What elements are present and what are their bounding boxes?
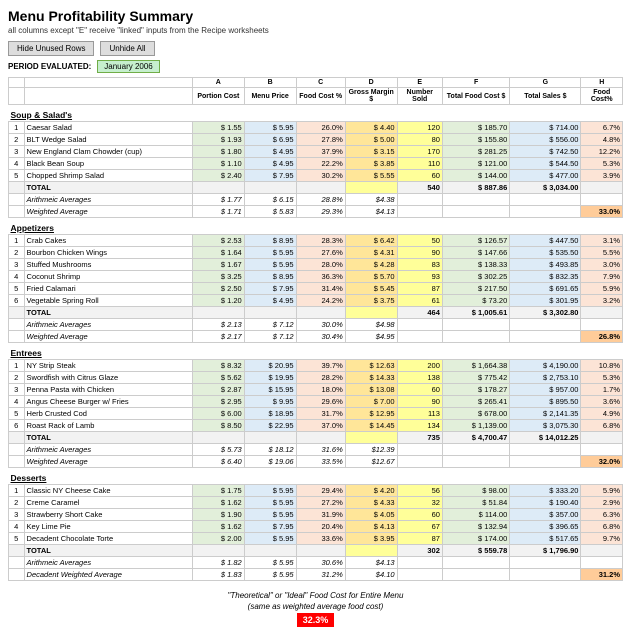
table-row: 1Caesar Salad$ 1.55$ 5.9526.0%$ 4.40120$… [9, 122, 623, 134]
table-row: 6Roast Rack of Lamb$ 8.50$ 22.9537.0%$ 1… [9, 420, 623, 432]
table-row: Weighted Average$ 2.17$ 7.1230.4%$4.9526… [9, 331, 623, 343]
table-row: 3Strawberry Short Cake$ 1.90$ 5.9531.9%$… [9, 509, 623, 521]
unhide-all-btn[interactable]: Unhide All [100, 41, 154, 56]
page-subtitle: all columns except "E" receive "linked" … [8, 26, 623, 35]
hide-unused-btn[interactable]: Hide Unused Rows [8, 41, 94, 56]
table-row: 5Decadent Chocolate Torte$ 2.00$ 5.9533.… [9, 533, 623, 545]
final-label-2: (same as weighted average food cost) [8, 602, 623, 611]
table-row: 3New England Clam Chowder (cup)$ 1.80$ 4… [9, 146, 623, 158]
col-a-header: A [192, 78, 244, 88]
col-b-subheader: Menu Price [244, 88, 296, 105]
col-item-header [24, 78, 192, 88]
period-label: PERIOD EVALUATED: [8, 62, 91, 71]
table-row: 1NY Strip Steak$ 8.32$ 20.9539.7%$ 12.63… [9, 360, 623, 372]
table-row: 5Fried Calamari$ 2.50$ 7.9531.4%$ 5.4587… [9, 283, 623, 295]
section-header-0: Soup & Salad's [9, 105, 623, 122]
table-row: 2Swordfish with Citrus Glaze$ 5.62$ 19.9… [9, 372, 623, 384]
table-row: 2BLT Wedge Salad$ 1.93$ 6.9527.8%$ 5.008… [9, 134, 623, 146]
final-value: 32.3% [297, 613, 335, 627]
toolbar: Hide Unused Rows Unhide All [8, 41, 623, 56]
table-row: Arithmeic Averages$ 1.77$ 6.1528.8%$4.38 [9, 194, 623, 206]
col-c-header: C [296, 78, 345, 88]
section-header-2: Entrees [9, 343, 623, 360]
col-d-subheader: Gross Margin $ [345, 88, 397, 105]
table-row: TOTAL464$ 1,005.61$ 3,302.80 [9, 307, 623, 319]
table-row: TOTAL735$ 4,700.47$ 14,012.25 [9, 432, 623, 444]
col-e-subheader: Number Sold [397, 88, 442, 105]
table-row: Arithmeic Averages$ 2.13$ 7.1230.0%$4.98 [9, 319, 623, 331]
table-row: Weighted Average$ 1.71$ 5.8329.3%$4.1333… [9, 206, 623, 218]
table-row: 2Creme Caramel$ 1.62$ 5.9527.2%$ 4.3332$… [9, 497, 623, 509]
profitability-table: A B C D E F G H Portion Cost Menu Price … [8, 77, 623, 581]
column-subheader-row: Portion Cost Menu Price Food Cost % Gros… [9, 88, 623, 105]
section-header-3: Desserts [9, 468, 623, 485]
col-f-subheader: Total Food Cost $ [442, 88, 509, 105]
table-row: 5Chopped Shrimp Salad$ 2.40$ 7.9530.2%$ … [9, 170, 623, 182]
table-row: 4Angus Cheese Burger w/ Fries$ 2.95$ 9.9… [9, 396, 623, 408]
col-num-subheader [9, 88, 25, 105]
table-row: 5Herb Crusted Cod$ 6.00$ 18.9531.7%$ 12.… [9, 408, 623, 420]
col-g-header: G [510, 78, 581, 88]
column-header-row: A B C D E F G H [9, 78, 623, 88]
table-row: Arithmeic Averages$ 1.82$ 5.9530.6%$4.13 [9, 557, 623, 569]
section-header-1: Appetizers [9, 218, 623, 235]
table-row: 4Black Bean Soup$ 1.10$ 4.9522.2%$ 3.851… [9, 158, 623, 170]
col-d-header: D [345, 78, 397, 88]
col-a-subheader: Portion Cost [192, 88, 244, 105]
col-c-subheader: Food Cost % [296, 88, 345, 105]
table-row: TOTAL540$ 887.86$ 3,034.00 [9, 182, 623, 194]
col-h-header: H [581, 78, 623, 88]
col-e-header: E [397, 78, 442, 88]
period-value: January 2006 [97, 60, 159, 73]
table-row: 1Classic NY Cheese Cake$ 1.75$ 5.9529.4%… [9, 485, 623, 497]
final-label-1: "Theoretical" or "Ideal" Food Cost for E… [8, 591, 623, 600]
page-title: Menu Profitability Summary [8, 8, 623, 24]
table-row: 6Vegetable Spring Roll$ 1.20$ 4.9524.2%$… [9, 295, 623, 307]
col-b-header: B [244, 78, 296, 88]
table-row: 4Key Lime Pie$ 1.62$ 7.9520.4%$ 4.1367$ … [9, 521, 623, 533]
col-num-header [9, 78, 25, 88]
table-row: 1Crab Cakes$ 2.53$ 8.9528.3%$ 6.4250$ 12… [9, 235, 623, 247]
col-h-subheader: Food Cost% [581, 88, 623, 105]
table-row: TOTAL302$ 559.78$ 1,796.90 [9, 545, 623, 557]
table-row: Arithmeic Averages$ 5.73$ 18.1231.6%$12.… [9, 444, 623, 456]
table-row: Weighted Average$ 6.40$ 19.0633.5%$12.67… [9, 456, 623, 468]
col-f-header: F [442, 78, 509, 88]
table-row: 3Stuffed Mushrooms$ 1.67$ 5.9528.0%$ 4.2… [9, 259, 623, 271]
table-row: Decadent Weighted Average$ 1.83$ 5.9531.… [9, 569, 623, 581]
table-row: 3Penna Pasta with Chicken$ 2.87$ 15.9518… [9, 384, 623, 396]
table-row: 2Bourbon Chicken Wings$ 1.64$ 5.9527.6%$… [9, 247, 623, 259]
table-row: 4Coconut Shrimp$ 3.25$ 8.9536.3%$ 5.7093… [9, 271, 623, 283]
col-g-subheader: Total Sales $ [510, 88, 581, 105]
col-item-subheader [24, 88, 192, 105]
